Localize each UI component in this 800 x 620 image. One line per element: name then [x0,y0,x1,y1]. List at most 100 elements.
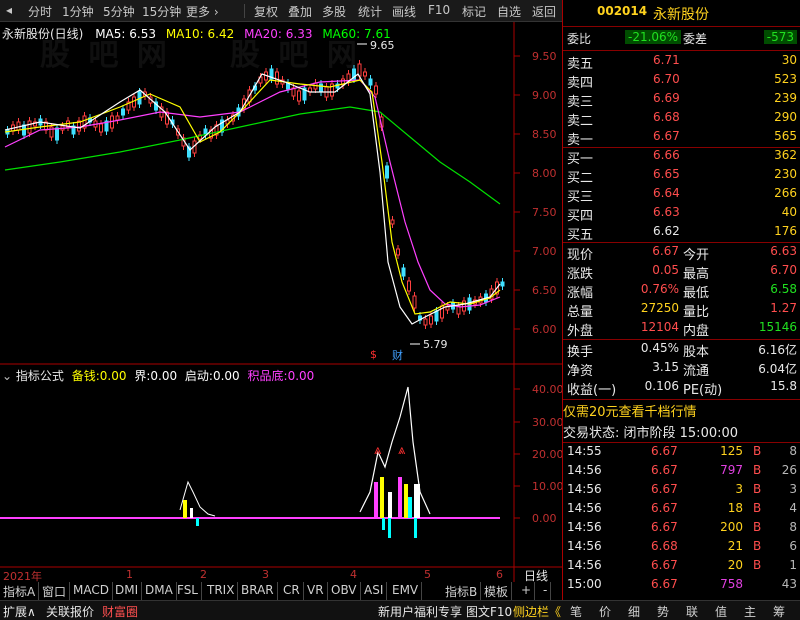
indicator-label: 备钱: [71,369,100,383]
wealth-circle-button[interactable]: 财富圈 [102,603,138,620]
price-tick: 6.00 [532,323,557,336]
tick-volume: 125 [720,444,743,458]
tab-window[interactable]: 窗口 [39,582,71,600]
candle-body [368,78,373,86]
tab-template[interactable]: 模板 [481,582,513,600]
bid-volume: 362 [774,148,797,162]
bid-row[interactable]: 买二 6.65 230 [563,167,800,186]
quote-tab[interactable]: 笔 [570,603,582,620]
tab-fenshi[interactable]: 分时 [28,3,52,20]
tab-15min[interactable]: 15分钟 [142,3,181,20]
indicator-tick: 30.00 [532,416,564,429]
quote-tab[interactable]: 价 [599,603,611,620]
tab-brar[interactable]: BRAR [238,582,278,600]
zoom-in-button[interactable]: + [518,582,536,600]
indicator-value: 0.00 [150,369,178,383]
button-diejia[interactable]: 叠加 [288,3,312,20]
tab-trix[interactable]: TRIX [204,582,239,600]
indicator-tabs: 指标A 窗口 MACD DMI DMA FSL TRIX BRAR CR VR … [0,582,562,600]
quote-tab[interactable]: 主 [744,603,756,620]
ask-row[interactable]: 卖一 6.67 565 [563,129,800,148]
candle-body [115,115,120,121]
tab-cr[interactable]: CR [280,582,304,600]
tab-more[interactable]: 更多 › [186,3,219,20]
event-mark-cai[interactable]: 财 [392,347,403,363]
chevron-down-icon[interactable]: ⌄ [2,369,12,383]
ask-row[interactable]: 卖二 6.68 290 [563,110,800,129]
stat-row: 净资 3.15 流通 6.04亿 [563,360,800,379]
event-mark-s[interactable]: $ [370,348,377,361]
bid-row[interactable]: 买一 6.66 362 [563,148,800,167]
stat-value: 0.05 [652,263,679,277]
tab-dma[interactable]: DMA [142,582,177,600]
stat-row: 外盘 12104 内盘 15146 [563,320,800,339]
tick-volume: 758 [720,577,743,591]
stat-label: 涨幅 [567,286,594,301]
weicha-value: -573 [763,30,797,44]
sidebar-toggle[interactable]: 侧边栏《 [513,603,561,620]
price-tick: 8.50 [532,128,557,141]
tab-vr[interactable]: VR [304,582,328,600]
bid-volume: 40 [781,205,797,219]
stat-row: 总量 27250 量比 1.27 [563,301,800,320]
tick-direction: B [753,539,762,553]
tab-fsl[interactable]: FSL [174,582,202,600]
tick-time: 14:56 [567,520,602,534]
indicator-name[interactable]: 指标公式 [16,369,64,383]
tick-direction: B [753,444,762,458]
tab-5min[interactable]: 5分钟 [103,3,135,20]
button-zixuan[interactable]: 自选 [497,3,521,20]
ask-row[interactable]: 卖五 6.71 30 [563,53,800,72]
button-tongji[interactable]: 统计 [358,3,382,20]
tab-indicator-b[interactable]: 指标B [442,582,482,600]
button-huaxian[interactable]: 画线 [392,3,416,20]
expand-button[interactable]: 扩展∧ [3,603,36,620]
stock-name: 永新股份 [653,7,709,23]
new-user-promo[interactable]: 新用户福利专享 [378,603,462,620]
candle-body [374,85,378,95]
ask-volume: 565 [774,129,797,143]
button-biaoji[interactable]: 标记 [462,3,486,20]
tick-direction: B [753,558,762,572]
ask-row[interactable]: 卖四 6.70 523 [563,72,800,91]
tab-emv[interactable]: EMV [389,582,423,600]
quote-tab[interactable]: 值 [715,603,727,620]
bid-row[interactable]: 买四 6.63 40 [563,205,800,224]
tab-1min[interactable]: 1分钟 [62,3,94,20]
button-duogu[interactable]: 多股 [322,3,346,20]
kline-chart[interactable]: 股 吧 网 股 吧 网 ⩓ ⩓ 永新股份(日线) MA5: 6.53 MA10:… [0,22,564,597]
quote-tab[interactable]: 筹 [773,603,785,620]
svg-text:⩓: ⩓ [374,443,382,458]
stat-row: 现价 6.67 今开 6.63 [563,244,800,263]
button-fuquan[interactable]: 复权 [254,3,278,20]
bid-price: 6.66 [653,148,680,162]
tab-dmi[interactable]: DMI [112,582,143,600]
bid-row[interactable]: 买三 6.64 266 [563,186,800,205]
tick-row: 15:00 6.67 758 43 [563,577,800,596]
quote-tab[interactable]: 联 [686,603,698,620]
zoom-out-button[interactable]: - [540,582,552,600]
button-fanhui[interactable]: 返回 [532,3,556,20]
quote-tab[interactable]: 细 [628,603,640,620]
button-f10[interactable]: F10 [428,3,450,17]
f10-button[interactable]: 图文F10 [466,603,512,620]
tab-asi[interactable]: ASI [361,582,388,600]
time-axis-month: 5 [424,568,431,581]
promo-banner[interactable]: 仅需20元查看千档行情 [563,401,800,420]
ask-row[interactable]: 卖三 6.69 239 [563,91,800,110]
stock-code: 002014 [597,4,648,18]
tick-count: 3 [789,482,797,496]
tick-time: 14:56 [567,558,602,572]
tab-macd[interactable]: MACD [70,582,113,600]
tab-obv[interactable]: OBV [328,582,361,600]
stat-value: 27250 [640,301,679,315]
tick-count: 1 [789,558,797,572]
ask-volume: 290 [774,110,797,124]
tab-indicator-a[interactable]: 指标A [0,582,40,600]
bid-row[interactable]: 买五 6.62 176 [563,224,800,243]
toolbar-minute-icon[interactable]: ◂ [6,3,12,17]
time-axis-month: 3 [262,568,269,581]
quote-tab[interactable]: 势 [657,603,669,620]
related-quote-button[interactable]: 关联报价 [46,603,94,620]
quote-header: 002014 永新股份 [563,4,800,23]
